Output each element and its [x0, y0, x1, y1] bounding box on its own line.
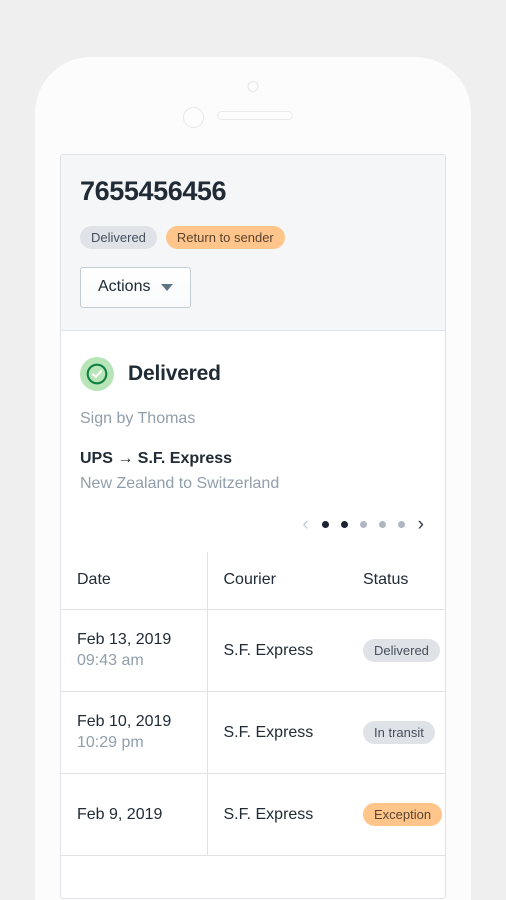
- earpiece-speaker: [217, 111, 293, 120]
- shipment-card: 7655456456 Delivered Return to sender Ac…: [60, 154, 446, 899]
- actions-button-label: Actions: [98, 278, 151, 296]
- cell-status: In transit: [347, 691, 445, 775]
- status-badge-delivered: Delivered: [80, 225, 157, 249]
- phone-frame: 7655456456 Delivered Return to sender Ac…: [35, 57, 471, 900]
- check-circle-icon: [80, 356, 114, 391]
- chevron-down-icon: [161, 283, 174, 291]
- column-header-courier[interactable]: Courier: [207, 551, 347, 611]
- cell-time-value: 10:29 pm: [77, 733, 144, 751]
- shipments-table: Date Courier Status Feb 13, 2019 09:43 a…: [61, 551, 445, 857]
- cell-courier: S.F. Express: [207, 773, 347, 857]
- screenshot-stage: 7655456456 Delivered Return to sender Ac…: [0, 0, 506, 900]
- pager-dot[interactable]: [397, 520, 405, 528]
- cell-date: Feb 10, 2019 10:29 pm: [61, 691, 208, 775]
- cell-date-value: Feb 13, 2019: [77, 630, 172, 648]
- chevron-left-icon[interactable]: ‹: [302, 515, 308, 534]
- carousel-pager: ‹ ›: [80, 515, 426, 534]
- front-camera-icon: [247, 81, 259, 92]
- route-carriers: UPS → S.F. Express: [80, 449, 233, 467]
- pager-dot[interactable]: [321, 520, 329, 528]
- pager-dot[interactable]: [359, 520, 367, 528]
- status-badge-return-to-sender: Return to sender: [165, 225, 285, 249]
- delivery-status-header: Delivered: [80, 356, 426, 391]
- cell-status: Exception: [347, 773, 445, 857]
- signature-text: Sign by Thomas: [80, 409, 196, 427]
- cell-date: Feb 9, 2019: [61, 773, 208, 857]
- table-row[interactable]: Feb 10, 2019 10:29 pm S.F. Express In tr…: [61, 691, 445, 775]
- page-title: 7655456456: [80, 176, 227, 206]
- pager-dot[interactable]: [340, 520, 348, 528]
- delivery-status-title: Delivered: [128, 361, 221, 385]
- actions-button[interactable]: Actions: [80, 266, 192, 308]
- column-header-date[interactable]: Date: [61, 551, 208, 611]
- card-header: 7655456456 Delivered Return to sender Ac…: [61, 155, 445, 331]
- status-badge: In transit: [363, 721, 435, 745]
- cell-date: Feb 13, 2019 09:43 am: [61, 609, 208, 693]
- shipments-table-wrapper[interactable]: Date Courier Status Feb 13, 2019 09:43 a…: [61, 551, 445, 857]
- route-locations: New Zealand to Switzerland: [80, 474, 280, 492]
- proximity-sensor-icon: [183, 107, 204, 128]
- cell-status: Delivered: [347, 609, 445, 693]
- table-header-row: Date Courier Status: [61, 551, 445, 611]
- cell-date-value: Feb 10, 2019: [77, 712, 172, 730]
- pager-dots: [321, 520, 405, 528]
- status-badge: Exception: [363, 803, 443, 827]
- card-body: Delivered Sign by Thomas UPS → S.F. Expr…: [61, 330, 445, 534]
- status-badge: Delivered: [363, 639, 440, 663]
- cell-date-value: Feb 9, 2019: [77, 805, 163, 823]
- column-header-status[interactable]: Status: [347, 551, 445, 611]
- table-row[interactable]: Feb 13, 2019 09:43 am S.F. Express Deliv…: [61, 609, 445, 693]
- cell-courier: S.F. Express: [207, 691, 347, 775]
- badge-row: Delivered Return to sender: [80, 225, 426, 249]
- cell-time-value: 09:43 am: [77, 651, 144, 669]
- cell-courier: S.F. Express: [207, 609, 347, 693]
- pager-dot[interactable]: [378, 520, 386, 528]
- chevron-right-icon[interactable]: ›: [418, 515, 424, 534]
- table-row[interactable]: Feb 9, 2019 S.F. Express Exception: [61, 773, 445, 857]
